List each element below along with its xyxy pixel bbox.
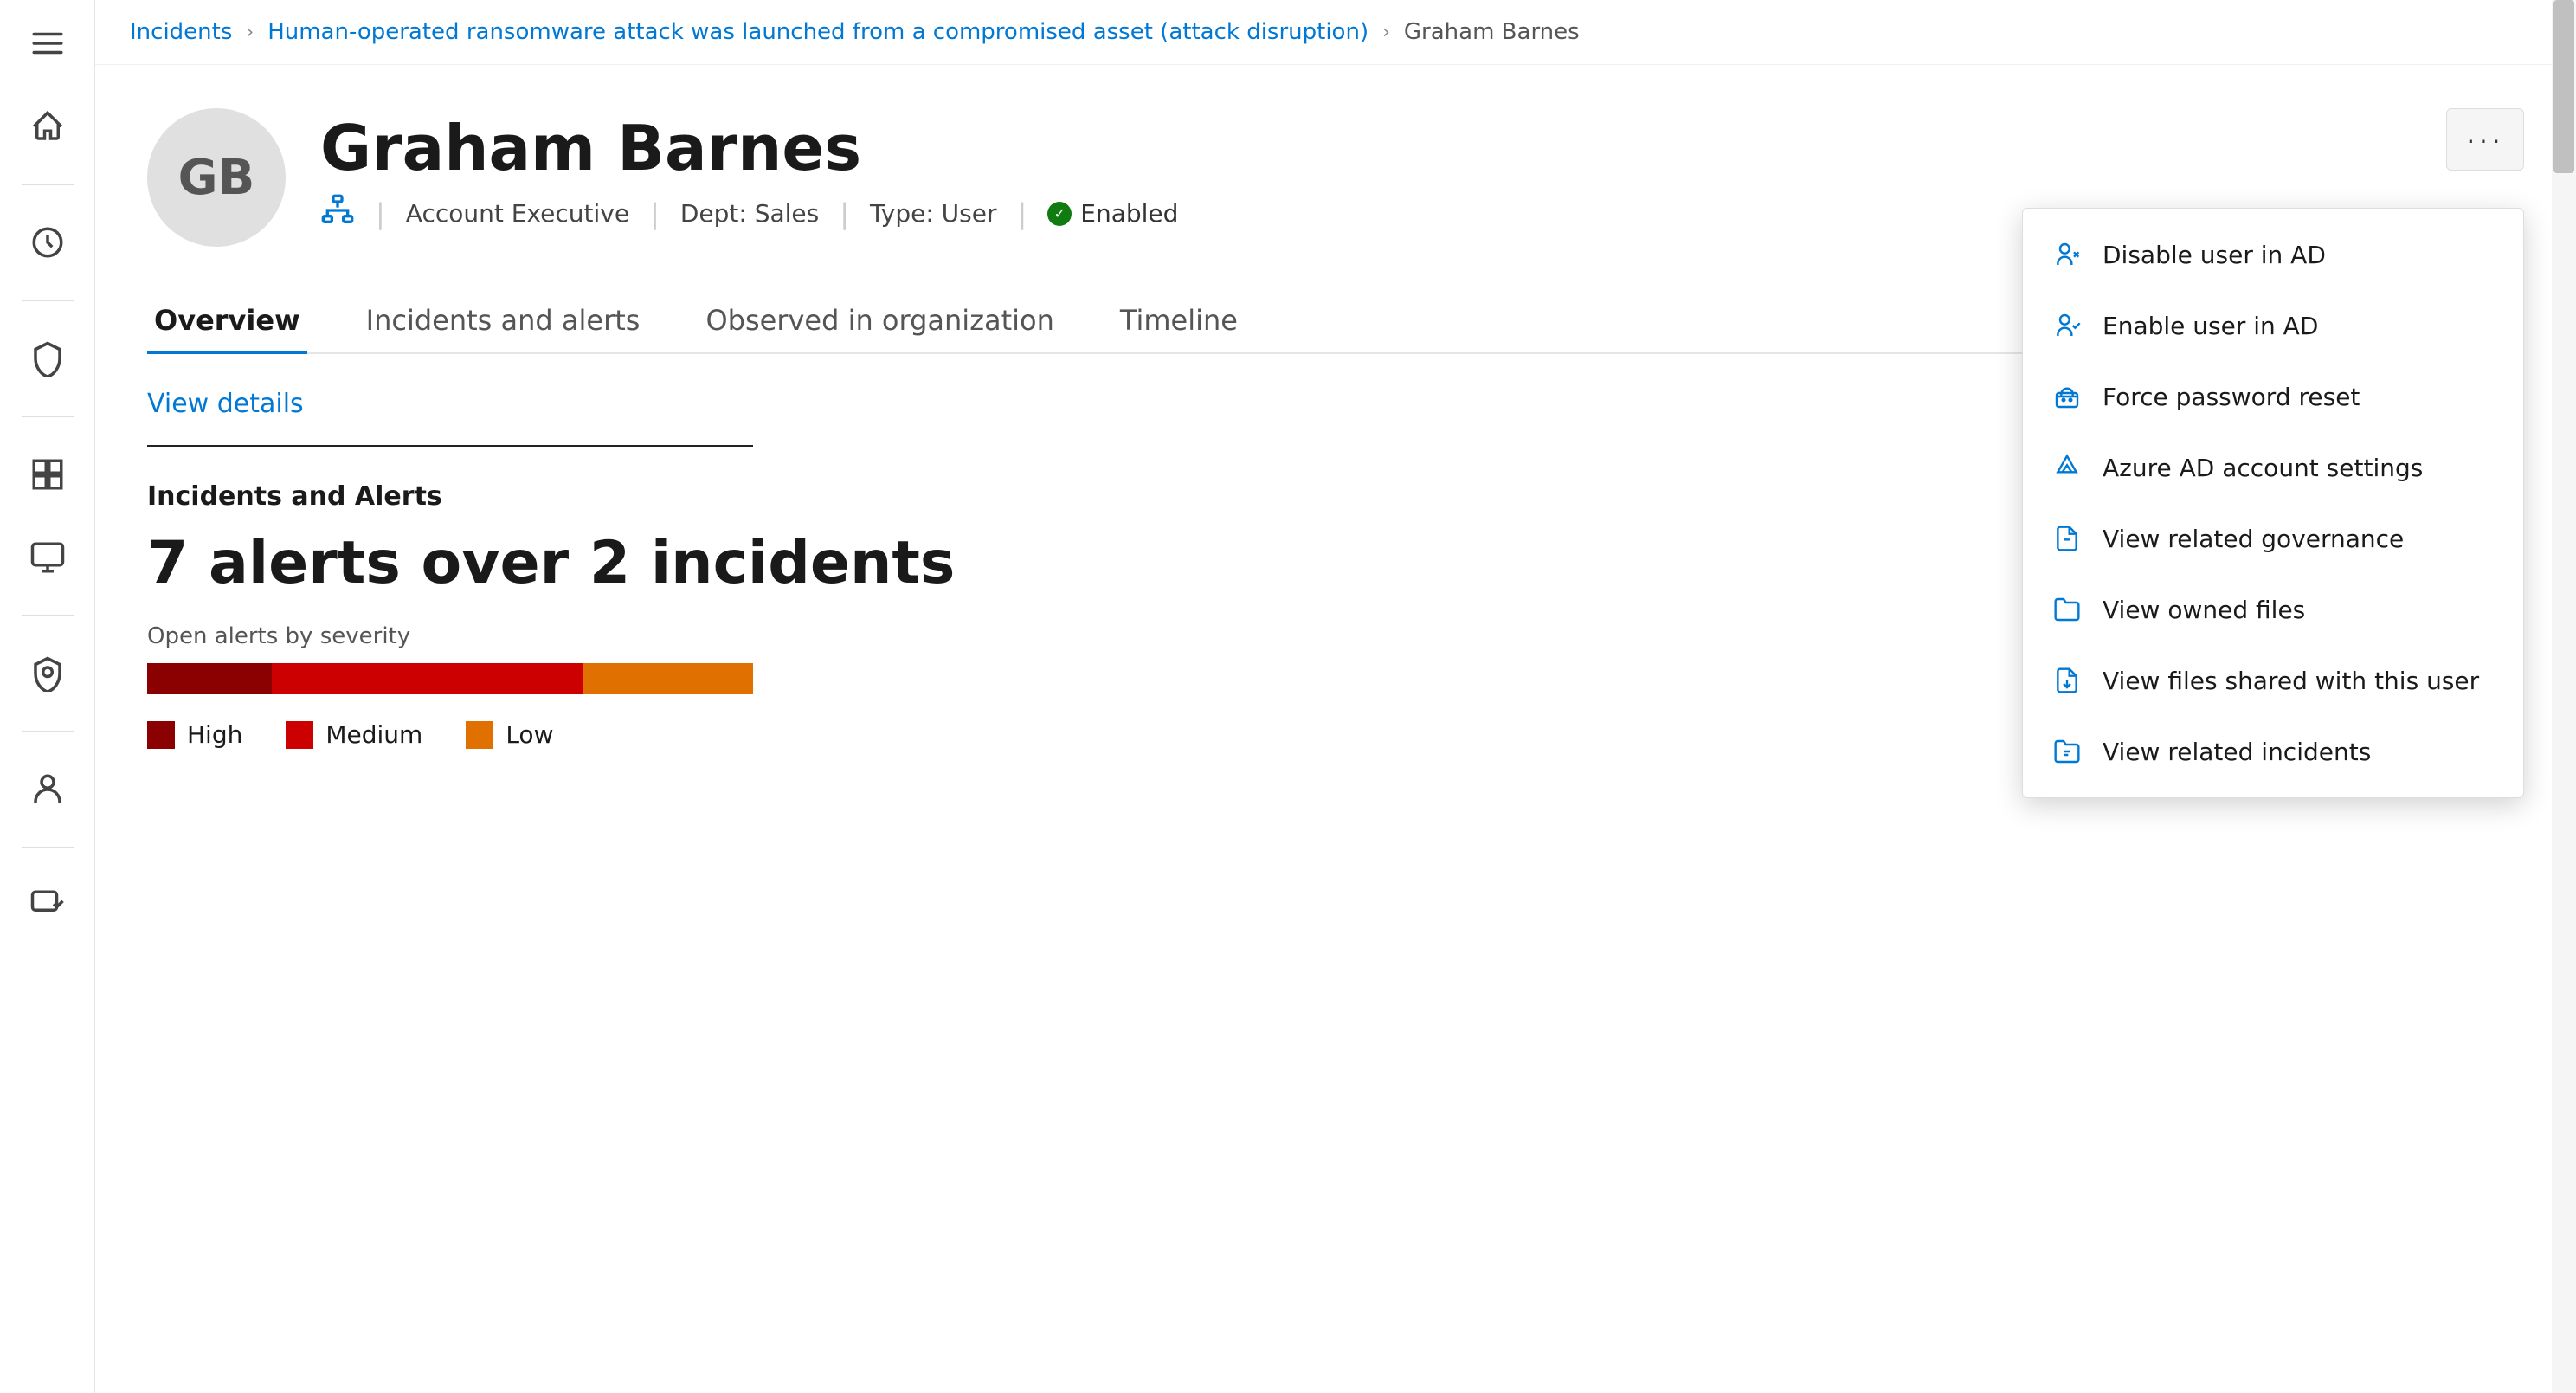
legend-medium: Medium (286, 720, 422, 749)
legend-dot-high (147, 721, 175, 749)
profile-name: Graham Barnes (320, 117, 1178, 179)
legend-dot-medium (286, 721, 313, 749)
azure-ad-icon (2051, 451, 2083, 484)
status-label: Enabled (1080, 199, 1178, 228)
dropdown-governance[interactable]: View related governance (2023, 503, 2523, 574)
incidents-icon[interactable] (22, 448, 74, 500)
shield-icon[interactable] (22, 332, 74, 384)
dropdown-menu: Disable user in AD Enable user in AD (2022, 208, 2524, 798)
related-incidents-icon (2051, 735, 2083, 768)
breadcrumb-incidents[interactable]: Incidents (130, 19, 232, 45)
force-password-label: Force password reset (2103, 383, 2360, 411)
tab-timeline[interactable]: Timeline (1113, 290, 1245, 354)
sidebar-divider-6 (22, 847, 74, 848)
scrollbar[interactable] (2552, 0, 2576, 1393)
breadcrumb-current: Graham Barnes (1404, 19, 1580, 45)
shared-files-label: View files shared with this user (2103, 667, 2479, 695)
monitor-icon[interactable] (22, 532, 74, 584)
legend-dot-low (466, 721, 493, 749)
legend-high: High (147, 720, 242, 749)
shared-files-icon (2051, 664, 2083, 697)
tab-observed-organization[interactable]: Observed in organization (699, 290, 1060, 354)
dropdown-disable-user[interactable]: Disable user in AD (2023, 219, 2523, 290)
bar-low (583, 663, 753, 694)
status-badge: Enabled (1047, 199, 1178, 228)
user-icon[interactable] (22, 764, 74, 816)
home-icon[interactable] (22, 100, 74, 152)
meta-sep-1: | (376, 197, 385, 230)
profile-info: Graham Barnes | Account Exec (320, 108, 1178, 234)
main-content: Incidents › Human-operated ransomware at… (95, 0, 2576, 1393)
sidebar-divider-1 (22, 184, 74, 185)
severity-bar (147, 663, 753, 694)
profile-meta: | Account Executive | Dept: Sales | Type… (320, 193, 1178, 234)
dropdown-azure-ad[interactable]: Azure AD account settings (2023, 432, 2523, 503)
tab-overview[interactable]: Overview (147, 290, 307, 354)
profile-dept: Dept: Sales (680, 199, 819, 228)
breadcrumb-sep-1: › (246, 22, 254, 43)
sidebar-divider-5 (22, 731, 74, 732)
password-reset-icon (2051, 380, 2083, 413)
meta-sep-4: | (1018, 197, 1027, 230)
dropdown-enable-user[interactable]: Enable user in AD (2023, 290, 2523, 361)
hamburger-icon[interactable] (22, 17, 74, 69)
breadcrumb: Incidents › Human-operated ransomware at… (95, 0, 2576, 65)
meta-sep-3: | (840, 197, 849, 230)
legend-label-low: Low (506, 720, 553, 749)
view-details-link[interactable]: View details (147, 389, 304, 419)
breadcrumb-incident-title[interactable]: Human-operated ransomware attack was lau… (267, 19, 1368, 45)
enable-user-icon (2051, 309, 2083, 342)
sidebar-divider-3 (22, 416, 74, 417)
sidebar (0, 0, 95, 1393)
legend-low: Low (466, 720, 553, 749)
dropdown-shared-files[interactable]: View files shared with this user (2023, 645, 2523, 716)
security-icon[interactable] (22, 880, 74, 932)
governance-label: View related governance (2103, 525, 2404, 553)
disable-user-label: Disable user in AD (2103, 241, 2326, 269)
threat-intelligence-icon[interactable] (22, 648, 74, 700)
sidebar-divider-2 (22, 300, 74, 301)
related-incidents-label: View related incidents (2103, 738, 2371, 766)
bar-medium (272, 663, 583, 694)
governance-icon (2051, 522, 2083, 555)
network-icon (320, 193, 355, 234)
dropdown-owned-files[interactable]: View owned files (2023, 574, 2523, 645)
azure-ad-label: Azure AD account settings (2103, 454, 2423, 482)
tab-incidents-alerts[interactable]: Incidents and alerts (359, 290, 647, 354)
enable-user-label: Enable user in AD (2103, 312, 2318, 340)
owned-files-label: View owned files (2103, 596, 2305, 624)
profile-role: Account Executive (406, 199, 629, 228)
legend-label-medium: Medium (325, 720, 422, 749)
breadcrumb-sep-2: › (1382, 22, 1390, 43)
section-divider (147, 445, 753, 447)
legend-label-high: High (187, 720, 242, 749)
app-layout: Incidents › Human-operated ransomware at… (0, 0, 2576, 1393)
disable-user-icon (2051, 238, 2083, 271)
sidebar-divider-4 (22, 615, 74, 616)
owned-files-icon (2051, 593, 2083, 626)
status-dot (1047, 202, 1072, 226)
more-options-button[interactable]: ··· (2446, 108, 2524, 171)
bar-high (147, 663, 272, 694)
dropdown-force-password[interactable]: Force password reset (2023, 361, 2523, 432)
avatar: GB (147, 108, 286, 247)
meta-sep-2: | (650, 197, 660, 230)
scrollbar-thumb[interactable] (2553, 0, 2574, 173)
dropdown-related-incidents[interactable]: View related incidents (2023, 716, 2523, 787)
history-icon[interactable] (22, 216, 74, 268)
profile-type: Type: User (870, 199, 996, 228)
